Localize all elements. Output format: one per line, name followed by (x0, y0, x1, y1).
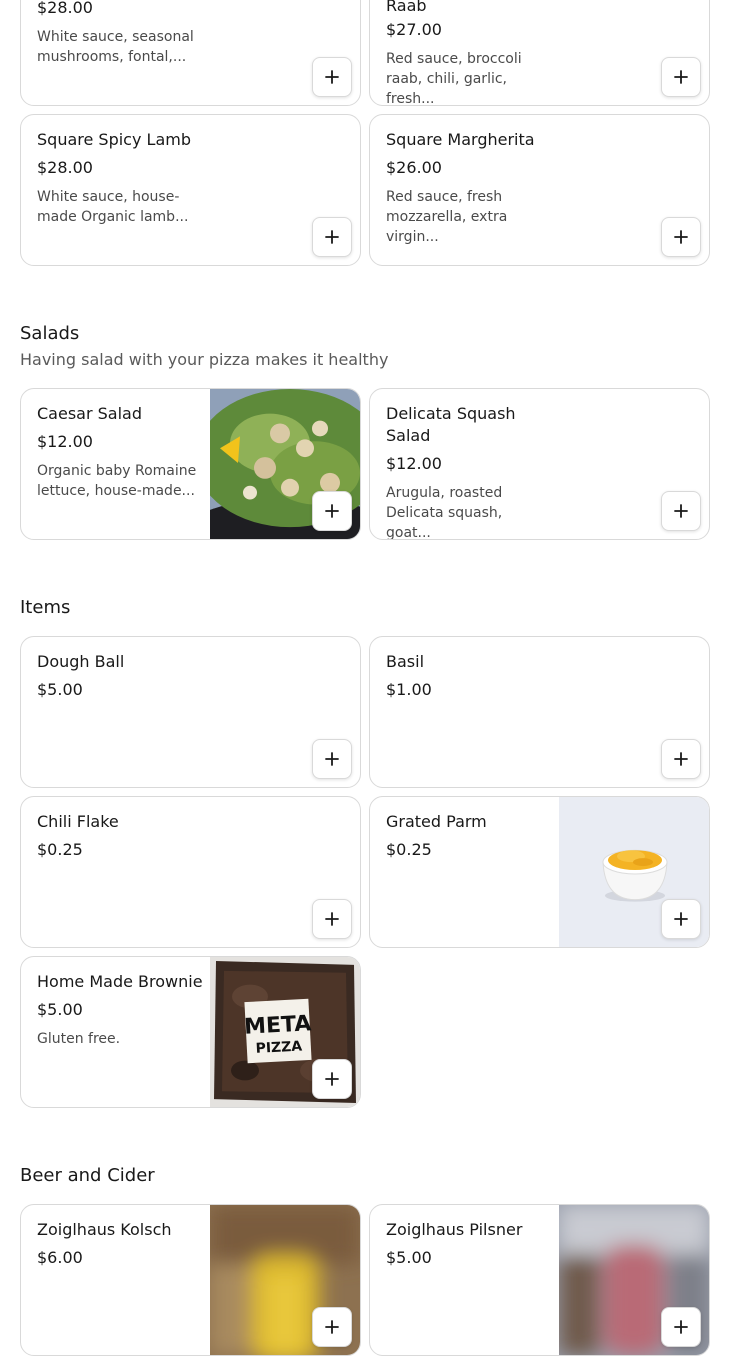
add-item-button[interactable] (661, 491, 701, 531)
menu-item-card[interactable]: Zoiglhaus Kolsch $6.00 (20, 1204, 361, 1356)
item-price: $28.00 (37, 158, 93, 177)
item-name: Square Margherita (386, 130, 535, 149)
section-title-salads: Salads (20, 323, 80, 344)
item-name: Chili Flake (37, 812, 119, 831)
add-item-button[interactable] (312, 899, 352, 939)
plus-icon (674, 504, 688, 518)
item-name: Raab (386, 0, 427, 15)
add-item-button[interactable] (312, 491, 352, 531)
item-name: Grated Parm (386, 812, 487, 831)
plus-icon (325, 752, 339, 766)
plus-icon (325, 70, 339, 84)
item-price: $5.00 (37, 1000, 83, 1019)
item-price: $26.00 (386, 158, 442, 177)
item-price: $6.00 (37, 1248, 83, 1267)
item-price: $5.00 (386, 1248, 432, 1267)
item-name: Home Made Brownie (37, 972, 203, 991)
add-item-button[interactable] (312, 739, 352, 779)
item-price: $27.00 (386, 20, 442, 39)
item-name: Square Spicy Lamb (37, 130, 191, 149)
brownie-logo-meta: META (243, 1011, 312, 1039)
menu-item-card[interactable]: Home Made Brownie $5.00 Gluten free. MET… (20, 956, 361, 1108)
item-name: Caesar Salad (37, 404, 142, 423)
add-item-button[interactable] (661, 57, 701, 97)
plus-icon (674, 1320, 688, 1334)
menu-item-card[interactable]: Basil $1.00 (369, 636, 710, 788)
item-description: Gluten free. (37, 1031, 121, 1047)
menu-item-card[interactable]: Grated Parm $0.25 (369, 796, 710, 948)
item-description: Red sauce, fresh mozzarella, extra virgi… (386, 189, 508, 245)
menu-item-card[interactable]: Dough Ball $5.00 (20, 636, 361, 788)
item-price: $28.00 (37, 0, 93, 17)
plus-icon (325, 912, 339, 926)
section-title-beer-and-cider: Beer and Cider (20, 1165, 155, 1186)
item-name: Zoiglhaus Pilsner (386, 1220, 523, 1239)
item-price: $12.00 (386, 454, 442, 473)
item-price: $12.00 (37, 432, 93, 451)
item-name: Dough Ball (37, 652, 125, 671)
add-item-button[interactable] (661, 899, 701, 939)
menu-item-card[interactable]: Chili Flake $0.25 (20, 796, 361, 948)
menu-item-card[interactable]: Square Spicy Lamb $28.00 White sauce, ho… (20, 114, 361, 266)
add-item-button[interactable] (661, 739, 701, 779)
item-description: Arugula, roasted Delicata squash, goat..… (386, 485, 503, 540)
item-name: Delicata Squash Salad (386, 404, 516, 445)
add-item-button[interactable] (312, 1307, 352, 1347)
item-price: $5.00 (37, 680, 83, 699)
item-name: Basil (386, 652, 425, 671)
item-description: Organic baby Romaine lettuce, house-made… (37, 463, 197, 499)
item-price: $1.00 (386, 680, 432, 699)
item-description: White sauce, seasonal mushrooms, fontal,… (37, 29, 194, 65)
plus-icon (325, 1072, 339, 1086)
plus-icon (674, 70, 688, 84)
add-item-button[interactable] (312, 57, 352, 97)
section-subtitle-salads: Having salad with your pizza makes it he… (20, 350, 389, 369)
menu-item-card[interactable]: Delicata Squash Salad $12.00 Arugula, ro… (369, 388, 710, 540)
menu-item-card[interactable]: $28.00 White sauce, seasonal mushrooms, … (20, 0, 361, 106)
brownie-logo-pizza: PIZZA (255, 1039, 303, 1057)
plus-icon (674, 752, 688, 766)
plus-icon (325, 230, 339, 244)
menu-item-card[interactable]: Caesar Salad $12.00 Organic baby Romaine… (20, 388, 361, 540)
section-title-items: Items (20, 597, 71, 618)
item-price: $0.25 (386, 840, 432, 859)
plus-icon (674, 912, 688, 926)
plus-icon (325, 504, 339, 518)
add-item-button[interactable] (312, 1059, 352, 1099)
item-name: Zoiglhaus Kolsch (37, 1220, 172, 1239)
item-description: White sauce, house-made Organic lamb... (37, 189, 189, 225)
add-item-button[interactable] (312, 217, 352, 257)
menu-item-card[interactable]: Square Margherita $26.00 Red sauce, fres… (369, 114, 710, 266)
item-price: $0.25 (37, 840, 83, 859)
add-item-button[interactable] (661, 1307, 701, 1347)
item-description: Red sauce, broccoli raab, chili, garlic,… (386, 51, 522, 106)
menu-item-card[interactable]: Zoiglhaus Pilsner $5.00 (369, 1204, 710, 1356)
plus-icon (325, 1320, 339, 1334)
plus-icon (674, 230, 688, 244)
add-item-button[interactable] (661, 217, 701, 257)
menu-item-card[interactable]: Raab $27.00 Red sauce, broccoli raab, ch… (369, 0, 710, 106)
